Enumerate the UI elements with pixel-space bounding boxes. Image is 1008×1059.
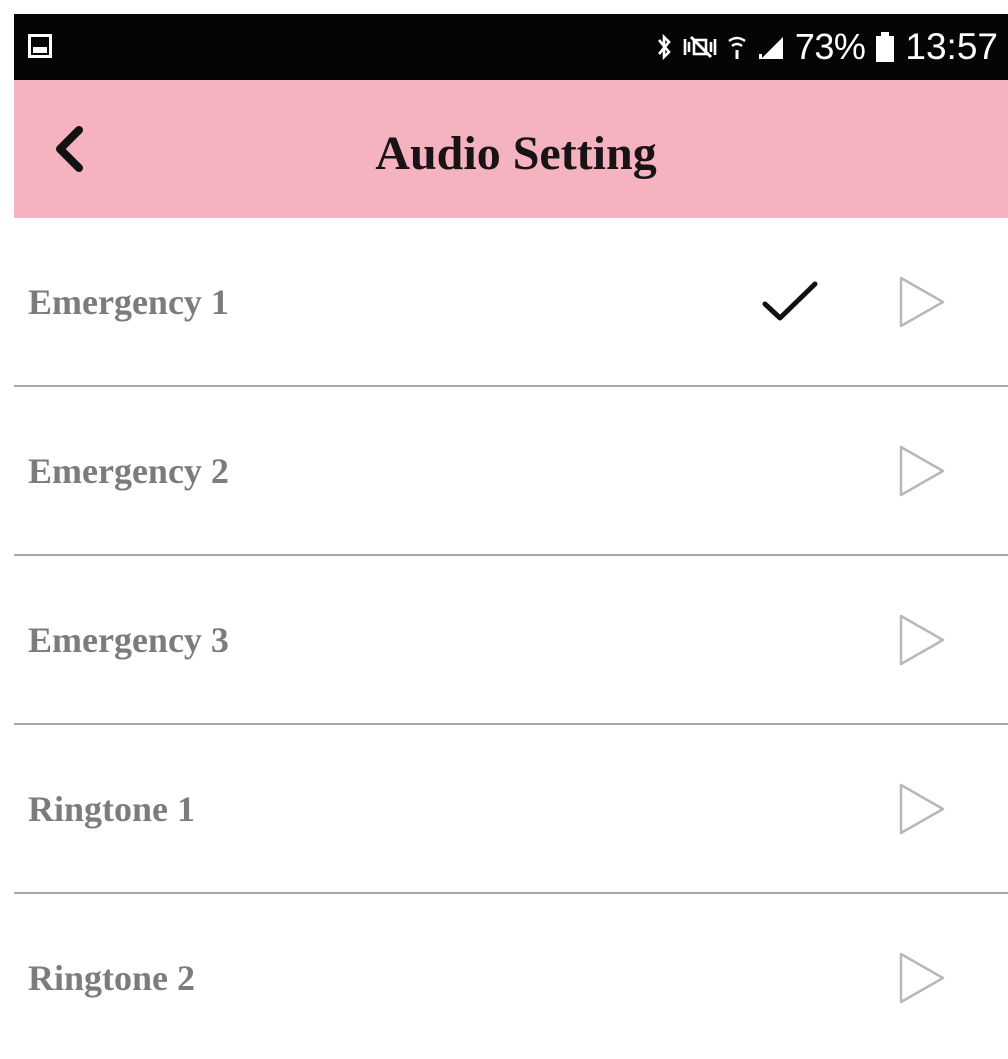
audio-setting-screen: 73% 13:57 Audio Setting Emergency 1 Emer… xyxy=(0,0,1008,1059)
play-icon xyxy=(899,614,945,666)
page-title: Audio Setting xyxy=(375,127,657,180)
signal-icon xyxy=(757,33,785,61)
bluetooth-icon xyxy=(655,33,673,61)
play-button[interactable] xyxy=(890,608,954,672)
audio-item-label: Ringtone 1 xyxy=(28,789,196,829)
play-icon xyxy=(899,445,945,497)
play-icon xyxy=(899,783,945,835)
app-header: Audio Setting xyxy=(14,80,1008,218)
list-item-emergency-3[interactable]: Emergency 3 xyxy=(14,556,1008,725)
audio-list: Emergency 1 Emergency 2 Emergency 3 Ring… xyxy=(0,218,1008,1059)
play-button[interactable] xyxy=(890,439,954,503)
play-button[interactable] xyxy=(890,777,954,841)
list-item-emergency-1[interactable]: Emergency 1 xyxy=(14,218,1008,387)
mute-vibrate-icon xyxy=(683,33,717,61)
audio-item-label: Emergency 2 xyxy=(28,451,229,491)
battery-percent: 73% xyxy=(794,26,866,67)
clock-time: 13:57 xyxy=(905,26,998,67)
audio-item-label: Ringtone 2 xyxy=(28,958,196,998)
list-item-ringtone-1[interactable]: Ringtone 1 xyxy=(14,725,1008,894)
play-button[interactable] xyxy=(890,946,954,1010)
list-item-emergency-2[interactable]: Emergency 2 xyxy=(14,387,1008,556)
list-item-ringtone-2[interactable]: Ringtone 2 xyxy=(14,894,1008,1059)
audio-item-label: Emergency 1 xyxy=(28,282,229,322)
image-notification-icon xyxy=(28,34,52,58)
status-bar: 73% 13:57 xyxy=(14,14,1008,80)
play-icon xyxy=(899,276,945,328)
play-button[interactable] xyxy=(890,270,954,334)
audio-item-label: Emergency 3 xyxy=(28,620,229,660)
play-icon xyxy=(899,952,945,1004)
wifi-icon xyxy=(727,33,747,61)
battery-icon xyxy=(875,31,895,63)
status-indicators: 73% 13:57 xyxy=(655,14,998,80)
check-icon xyxy=(762,281,818,321)
